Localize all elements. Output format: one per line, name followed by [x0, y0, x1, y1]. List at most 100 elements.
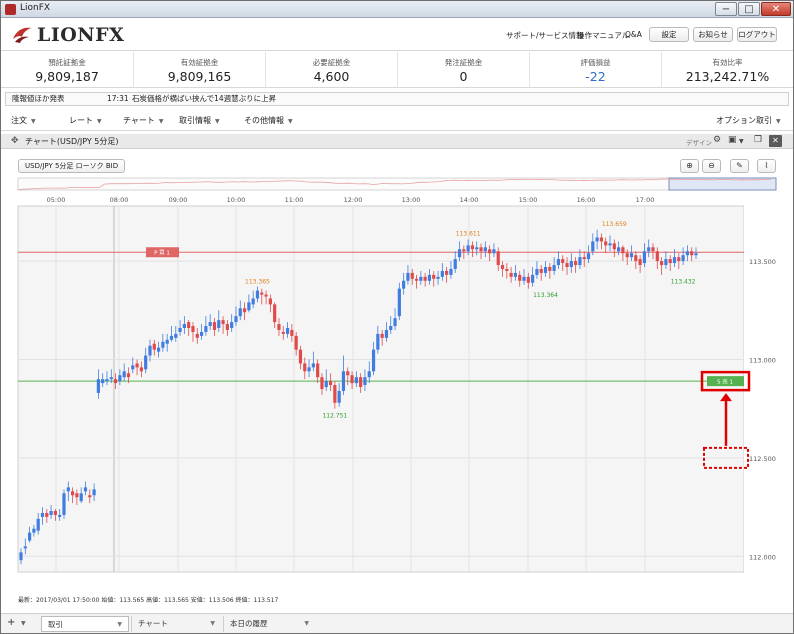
x-tick-label: 08:00 [110, 196, 129, 204]
candle-body [122, 371, 126, 378]
zoom-in-icon[interactable]: ⊕ [680, 159, 699, 173]
candle-body [470, 245, 475, 250]
candle-body [595, 237, 599, 242]
candle-body [522, 276, 526, 281]
candle-body [359, 377, 363, 388]
candle-body [647, 247, 651, 252]
candle-body [234, 316, 238, 323]
candle-body [19, 552, 23, 561]
candle-body [367, 371, 371, 378]
candle-body [561, 259, 565, 264]
candle-body [638, 259, 642, 266]
close-window-button[interactable]: ✕ [761, 2, 791, 16]
chevron-down-icon[interactable]: ▼ [21, 620, 26, 627]
candle-body [526, 276, 530, 283]
menu-trade-info[interactable]: 取引情報 ▼ [179, 115, 220, 126]
tab-chart[interactable]: チャート ▼ [131, 616, 221, 632]
manual-link[interactable]: 操作マニュアル [577, 30, 629, 41]
logo: LIONFX [11, 23, 124, 47]
candle-body [651, 247, 655, 252]
chart-status-text: 最新：2017/03/01 17:50:00 始値：113.565 高値：113… [18, 597, 279, 604]
candle-body [466, 245, 470, 252]
candle-body [668, 259, 672, 264]
candle-body [23, 546, 27, 549]
candle-body [354, 377, 358, 384]
pen-icon[interactable]: ✎ [730, 159, 749, 173]
candle-body [462, 249, 466, 252]
candle-body [655, 251, 659, 262]
summary-required-margin: 必要証拠金 4,600 [265, 52, 397, 88]
logout-button[interactable]: ログアウト [737, 27, 777, 42]
chevron-down-icon[interactable]: ▼ [739, 138, 744, 145]
candle-body [406, 272, 410, 281]
candle-body [148, 345, 152, 356]
menu-chart[interactable]: チャート ▼ [123, 115, 164, 126]
candle-body [27, 532, 32, 541]
candle-body [290, 329, 294, 336]
candle-body [36, 518, 40, 531]
settings-button[interactable]: 設定 [649, 27, 689, 42]
candle-body [380, 333, 384, 338]
candle-body [174, 333, 178, 338]
maximize-button[interactable]: □ [738, 2, 760, 16]
candlestick-chart[interactable]: 05:00 08:00 09:00 10:00 11:00 12:00 13:00 14:00… [1, 176, 793, 592]
candle-body [604, 241, 608, 246]
candle-body [586, 253, 591, 260]
x-tick-label: 17:00 [636, 196, 655, 204]
candle-body [432, 274, 436, 279]
support-link[interactable]: サポート/サービス情報 [506, 30, 584, 41]
app-window: LionFX − □ ✕ LIONFX サポート/サービス情報 操作マニュアル … [0, 0, 794, 634]
x-tick-label: 14:00 [460, 196, 479, 204]
candle-body [139, 367, 143, 372]
candle-body [574, 261, 578, 266]
chart-symbol-button[interactable]: USD/JPY 5分足 ローソク BID [18, 159, 126, 173]
candle-body [346, 371, 350, 376]
candle-body [152, 343, 156, 350]
move-icon[interactable]: ✥ [11, 136, 19, 146]
layout-icon[interactable]: ▣ [728, 135, 737, 145]
popout-icon[interactable]: ❐ [754, 135, 762, 145]
candle-body [621, 247, 625, 254]
gear-icon[interactable]: ⚙ [713, 135, 721, 145]
news-ticker[interactable]: 隆報値ほか発表 17:31 石炭価格が横ばい挟んで14週慧ぶりに上昇 [5, 92, 789, 106]
candle-body [569, 261, 573, 267]
candle-body [389, 326, 393, 330]
add-tab-button[interactable]: + [7, 617, 15, 628]
candle-body [79, 493, 83, 502]
close-panel-button[interactable]: ✕ [769, 135, 782, 147]
menu-other-info[interactable]: その他情報 ▼ [244, 115, 293, 126]
tab-history[interactable]: 本日の履歴 ▼ [223, 616, 315, 632]
candle-body [70, 491, 75, 496]
minimize-button[interactable]: − [715, 2, 737, 16]
candle-body [543, 267, 548, 273]
menu-rate[interactable]: レート ▼ [69, 115, 102, 126]
candle-body [126, 373, 131, 378]
notices-button[interactable]: お知らせ [693, 27, 733, 42]
drawing-tool-icon[interactable]: ⌇ [757, 159, 776, 173]
candle-body [445, 270, 449, 275]
candle-body [225, 324, 229, 330]
candle-body [531, 274, 535, 283]
candle-body [161, 341, 165, 348]
candle-body [423, 276, 427, 281]
news-headline[interactable]: 石炭価格が横ばい挟んで14週慧ぶりに上昇 [132, 93, 276, 105]
candle-body [617, 247, 621, 252]
chevron-down-icon: ▼ [97, 118, 102, 125]
candle-body [255, 290, 260, 299]
account-summary: 預託証拠金 9,809,187 有効証拠金 9,809,165 必要証拠金 4,… [1, 52, 793, 88]
main-menu: 注文 ▼ レート ▼ チャート ▼ 取引情報 ▼ その他情報 ▼ オプション取引 ▼ [1, 111, 793, 131]
candle-body [242, 308, 247, 313]
zoom-out-icon[interactable]: ⊖ [702, 159, 721, 173]
candle-body [221, 320, 225, 325]
menu-order[interactable]: 注文 ▼ [11, 115, 36, 126]
candle-body [277, 324, 281, 330]
chart-panel-title: チャート(USD/JPY 5分足) [25, 137, 119, 146]
menu-options[interactable]: オプション取引 ▼ [716, 115, 781, 126]
candle-body [582, 257, 586, 260]
candle-body [281, 331, 285, 334]
candle-body [238, 308, 242, 317]
candle-body [135, 363, 139, 368]
faq-link[interactable]: Q&A [625, 30, 642, 39]
tab-trade[interactable]: 取引 ▼ [41, 616, 129, 632]
candle-body [66, 487, 70, 492]
